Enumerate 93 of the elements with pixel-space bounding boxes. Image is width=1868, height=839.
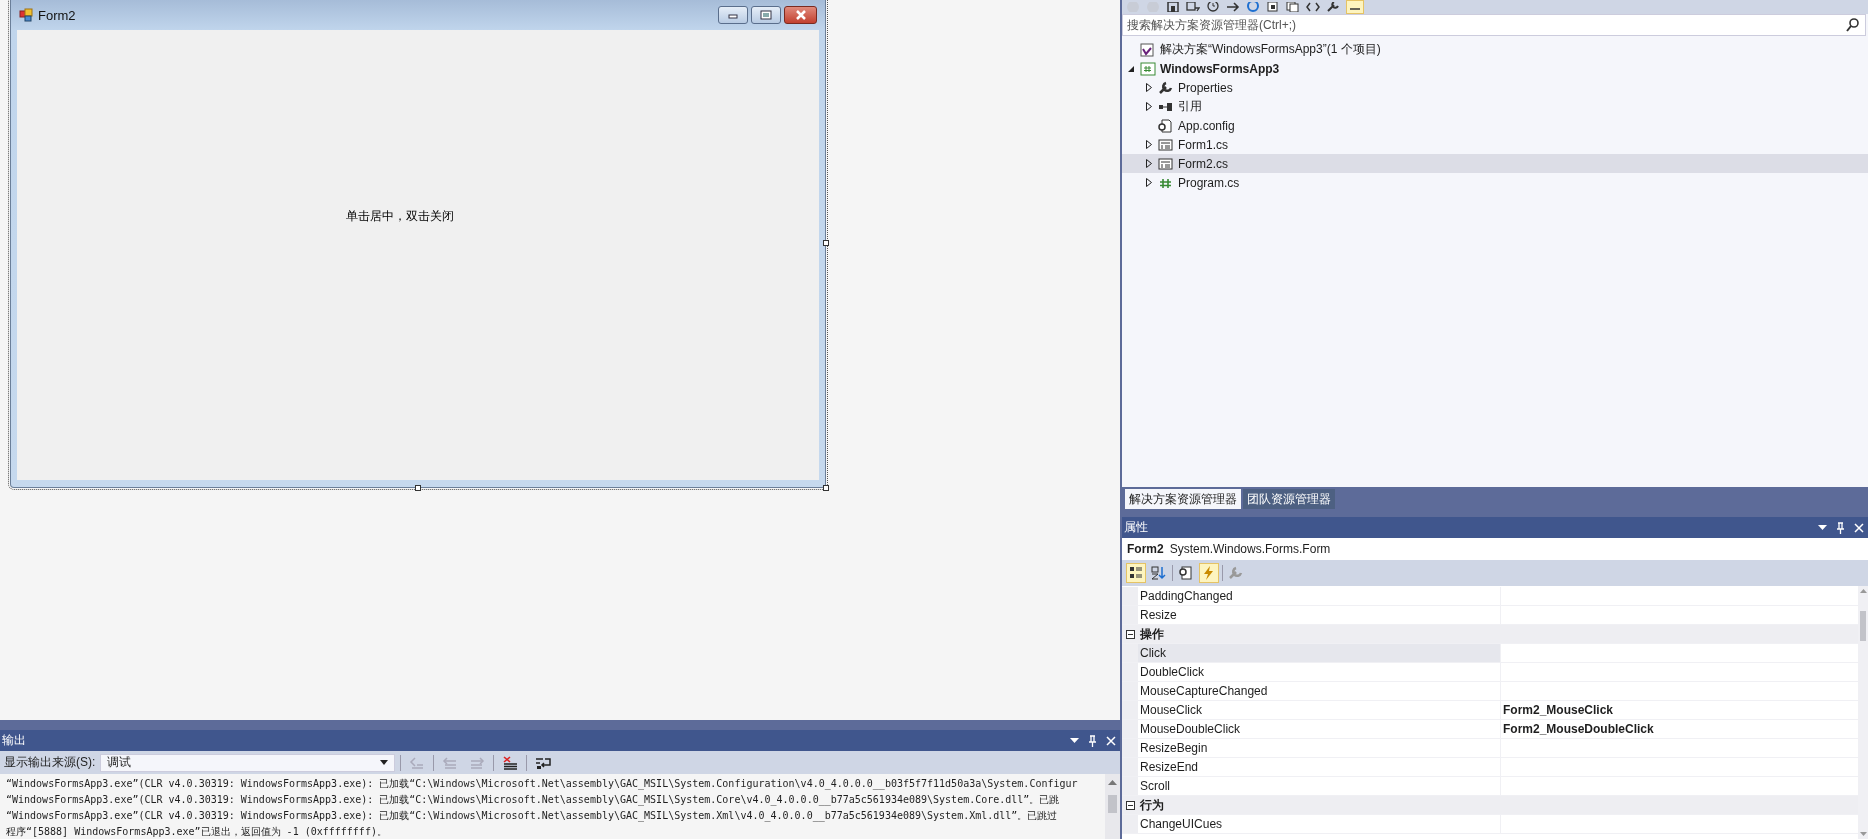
event-name[interactable]: ResizeEnd [1138, 758, 1501, 776]
panel-title: 属性 [1124, 519, 1149, 536]
scrollbar[interactable] [1858, 586, 1868, 839]
config-file-icon [1158, 118, 1174, 133]
form-file-icon [1158, 156, 1174, 171]
form-icon [19, 8, 33, 22]
pin-icon[interactable] [1088, 734, 1097, 747]
object-selector[interactable]: Form2 System.Windows.Forms.Form [1122, 538, 1868, 560]
event-name[interactable]: Resize [1138, 606, 1501, 624]
resize-handle[interactable] [823, 240, 829, 246]
minimize-icon [728, 11, 738, 19]
maximize-icon [760, 10, 772, 20]
event-name[interactable]: MouseCaptureChanged [1138, 682, 1501, 700]
categorized-icon [1128, 565, 1144, 581]
resize-handle[interactable] [823, 485, 829, 491]
copy-icon[interactable] [1286, 2, 1300, 12]
previous-message-icon [442, 755, 459, 770]
tree-item[interactable]: Program.cs [1122, 173, 1868, 192]
event-name[interactable]: MouseDoubleClick [1138, 720, 1501, 738]
dropdown-icon[interactable] [1070, 738, 1079, 743]
panel-tab[interactable]: 解决方案资源管理器 [1125, 489, 1241, 509]
panel-title: 输出 [2, 732, 27, 749]
property-pages-icon [1178, 565, 1194, 581]
collapse-box-icon[interactable] [1125, 800, 1135, 810]
collapse-box-icon[interactable] [1125, 629, 1135, 639]
close-button[interactable] [784, 6, 817, 24]
refresh-icon[interactable] [1246, 2, 1260, 12]
wrench-icon[interactable] [1326, 2, 1340, 12]
event-name[interactable]: DoubleClick [1138, 663, 1501, 681]
maximize-button[interactable] [751, 6, 781, 24]
output-line: 程序“[5888] WindowsFormsApp3.exe”已退出，返回值为 -1 (0xffffffff)。 [6, 825, 388, 839]
scroll-up-icon[interactable] [1108, 780, 1117, 785]
tree-item[interactable]: Properties [1122, 78, 1868, 97]
panel-tab[interactable]: 团队资源管理器 [1243, 489, 1335, 509]
pin-icon[interactable] [1836, 521, 1845, 534]
sort-icon [1151, 565, 1167, 581]
event-name[interactable]: MouseClick [1138, 701, 1501, 719]
form-file-icon [1158, 137, 1174, 152]
scrollbar[interactable] [1105, 774, 1120, 839]
event-handler[interactable]: Form2_MouseClick [1501, 701, 1858, 719]
project-icon [1140, 61, 1156, 76]
dropdown-icon[interactable] [1818, 525, 1827, 530]
wrench-icon [1228, 565, 1244, 581]
collapsed-arrow-icon[interactable] [1145, 140, 1153, 149]
home-icon[interactable] [1166, 2, 1180, 12]
source-label: 显示输出来源(S): [4, 754, 96, 771]
solution-icon [1140, 42, 1156, 57]
collapsed-arrow-icon[interactable] [1145, 83, 1153, 92]
close-icon[interactable] [1106, 735, 1116, 746]
tree-item[interactable]: App.config [1122, 116, 1868, 135]
code-icon[interactable] [1306, 2, 1320, 12]
wrench-icon [1158, 80, 1174, 95]
category-label: 行为 [1139, 796, 1164, 814]
event-name[interactable]: ResizeBegin [1138, 739, 1501, 757]
tree-item[interactable]: 引用 [1122, 97, 1868, 116]
search-icon[interactable] [1846, 18, 1860, 32]
preview-button[interactable] [1346, 0, 1364, 14]
arrow-icon[interactable] [1226, 2, 1240, 12]
next-message-icon [469, 755, 486, 770]
tree-item[interactable]: 解决方案“WindowsFormsApp3”(1 个项目) [1122, 40, 1868, 59]
find-message-icon [409, 755, 426, 770]
event-name[interactable]: PaddingChanged [1138, 587, 1501, 605]
dropdown-caret-icon[interactable] [380, 760, 389, 765]
scroll-thumb[interactable] [1108, 795, 1117, 813]
word-wrap-icon[interactable] [535, 755, 552, 770]
source-dropdown[interactable]: 调试 [100, 753, 396, 772]
categorized-button[interactable] [1126, 563, 1146, 583]
collapsed-arrow-icon[interactable] [1145, 178, 1153, 187]
expanded-arrow-icon[interactable] [1127, 64, 1135, 73]
scroll-thumb[interactable] [1860, 611, 1866, 641]
window-title: Form2 [38, 7, 77, 23]
collapse-icon[interactable] [1266, 2, 1280, 12]
tree-item[interactable]: Form2.cs [1122, 154, 1868, 173]
event-handler[interactable]: Form2_MouseDoubleClick [1501, 720, 1858, 738]
event-name[interactable]: Click [1138, 644, 1501, 662]
history-icon[interactable] [1206, 2, 1220, 12]
output-line: “WindowsFormsApp3.exe”(CLR v4.0.30319: WindowsFormsApp3.exe): 已加载“C:\Windows\Microsoft.Net\assembly\GAC_MSIL\System.Core\v4.0_4.0.0.0__b77a5c561934e089\System.Core.dll”。已跳 [6, 793, 1061, 808]
tree-item[interactable]: WindowsFormsApp3 [1122, 59, 1868, 78]
close-icon [794, 10, 807, 20]
collapsed-arrow-icon[interactable] [1145, 102, 1153, 111]
close-icon[interactable] [1854, 522, 1864, 533]
clear-all-icon[interactable] [502, 755, 519, 770]
minimize-button[interactable] [718, 6, 748, 24]
tree-item[interactable]: Form1.cs [1122, 135, 1868, 154]
form-label: 单击居中，双击关闭 [346, 208, 454, 225]
output-line: “WindowsFormsApp3.exe”(CLR v4.0.30319: WindowsFormsApp3.exe): 已加载“C:\Windows\Microsoft.Net\assembly\GAC_MSIL\System.Xml\v4.0_4.0.0.0__b77a5c561934e089\System.Xml.dll”。已跳过 [6, 809, 1059, 824]
category-label: 操作 [1139, 625, 1164, 643]
event-name[interactable]: ChangeUICues [1138, 815, 1501, 833]
output-line: “WindowsFormsApp3.exe”(CLR v4.0.30319: WindowsFormsApp3.exe): 已加载“C:\Windows\Microsoft.Net\assembly\GAC_MSIL\System.Configuration\v4.0_4.0.0.0__b03f5f7f11d50a3a\System.Configur [6, 777, 1079, 792]
collapsed-arrow-icon[interactable] [1145, 159, 1153, 168]
event-name[interactable]: Scroll [1138, 777, 1501, 795]
search-field[interactable]: 搜索解决方案资源管理器(Ctrl+;) [1122, 14, 1866, 36]
resize-handle[interactable] [415, 485, 421, 491]
